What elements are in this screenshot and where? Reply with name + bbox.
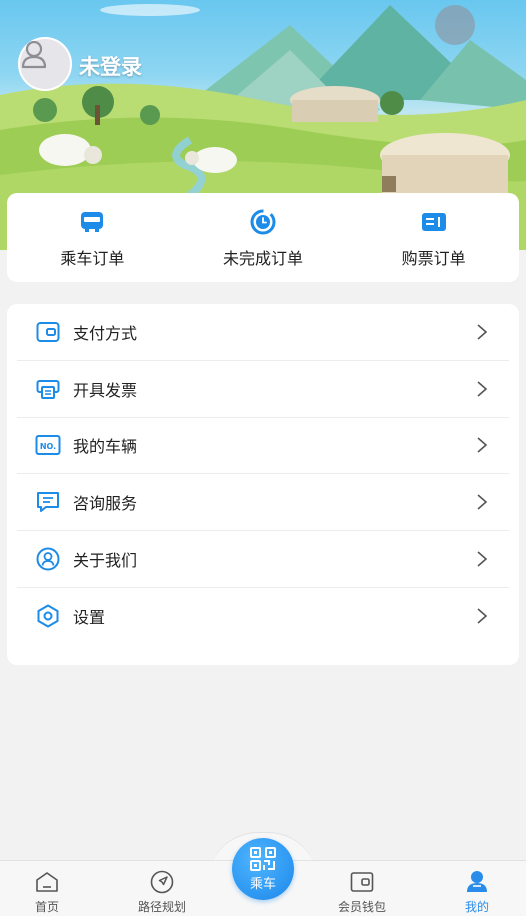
printer-icon <box>35 376 61 402</box>
qr-code-icon <box>250 847 276 871</box>
tab-label: 首页 <box>34 900 59 914</box>
menu-item-settings[interactable]: 设置 <box>17 588 509 645</box>
ride-qr-button[interactable]: 乘车 <box>232 838 294 900</box>
ride-orders-button[interactable]: 乘车订单 <box>17 207 167 269</box>
menu-item-vehicles[interactable]: NO. 我的车辆 <box>17 418 509 475</box>
menu-item-consulting[interactable]: 咨询服务 <box>17 474 509 532</box>
chat-icon <box>35 489 61 515</box>
orders-card: 乘车订单 未完成订单 购票订单 <box>7 193 519 282</box>
tab-label: 会员钱包 <box>337 900 386 914</box>
ride-qr-label: 乘车 <box>249 877 276 892</box>
menu-item-label: 开具发票 <box>73 380 138 400</box>
tab-label: 我的 <box>464 900 489 914</box>
bus-icon <box>77 207 107 237</box>
tab-home[interactable]: 首页 <box>7 869 87 915</box>
chevron-right-icon <box>477 437 488 454</box>
license-plate-icon: NO. <box>35 432 61 458</box>
unfinished-orders-label: 未完成订单 <box>222 248 303 268</box>
menu-item-label: 关于我们 <box>73 551 138 571</box>
user-circle-icon <box>35 546 61 572</box>
chevron-right-icon <box>477 381 488 397</box>
menu-item-label: 我的车辆 <box>73 437 138 457</box>
tab-route-planning[interactable]: 路径规划 <box>122 869 202 915</box>
navigation-icon <box>149 869 175 895</box>
chevron-right-icon <box>477 494 488 510</box>
ride-orders-label: 乘车订单 <box>60 248 125 268</box>
svg-text:NO.: NO. <box>40 442 56 451</box>
chevron-right-icon <box>477 608 488 624</box>
unfinished-orders-button[interactable]: 未完成订单 <box>188 207 338 269</box>
tab-member-wallet[interactable]: 会员钱包 <box>322 869 402 915</box>
menu-item-label: 支付方式 <box>73 323 138 343</box>
tab-label: 路径规划 <box>137 900 186 914</box>
profile-icon <box>464 869 490 895</box>
settings-menu: 支付方式 开具发票 NO. 我的车辆 咨询服务 关于我们 设置 <box>7 304 519 665</box>
menu-item-invoice[interactable]: 开具发票 <box>17 361 509 418</box>
avatar[interactable] <box>18 37 72 91</box>
settings-icon <box>35 603 61 629</box>
menu-item-label: 设置 <box>73 608 106 628</box>
chevron-right-icon <box>477 551 488 567</box>
menu-item-label: 咨询服务 <box>73 494 138 514</box>
ticket-icon <box>419 207 449 237</box>
menu-item-about[interactable]: 关于我们 <box>17 531 509 588</box>
chevron-right-icon <box>477 324 488 340</box>
login-status[interactable]: 未登录 <box>79 51 142 81</box>
user-icon <box>21 40 47 69</box>
ticket-orders-button[interactable]: 购票订单 <box>359 207 509 269</box>
tab-mine[interactable]: 我的 <box>437 869 517 915</box>
clock-icon <box>248 207 278 237</box>
home-icon <box>34 869 60 895</box>
wallet-icon <box>35 319 61 345</box>
wallet-icon <box>349 869 375 895</box>
ticket-orders-label: 购票订单 <box>401 248 466 268</box>
menu-item-payment[interactable]: 支付方式 <box>17 304 509 361</box>
